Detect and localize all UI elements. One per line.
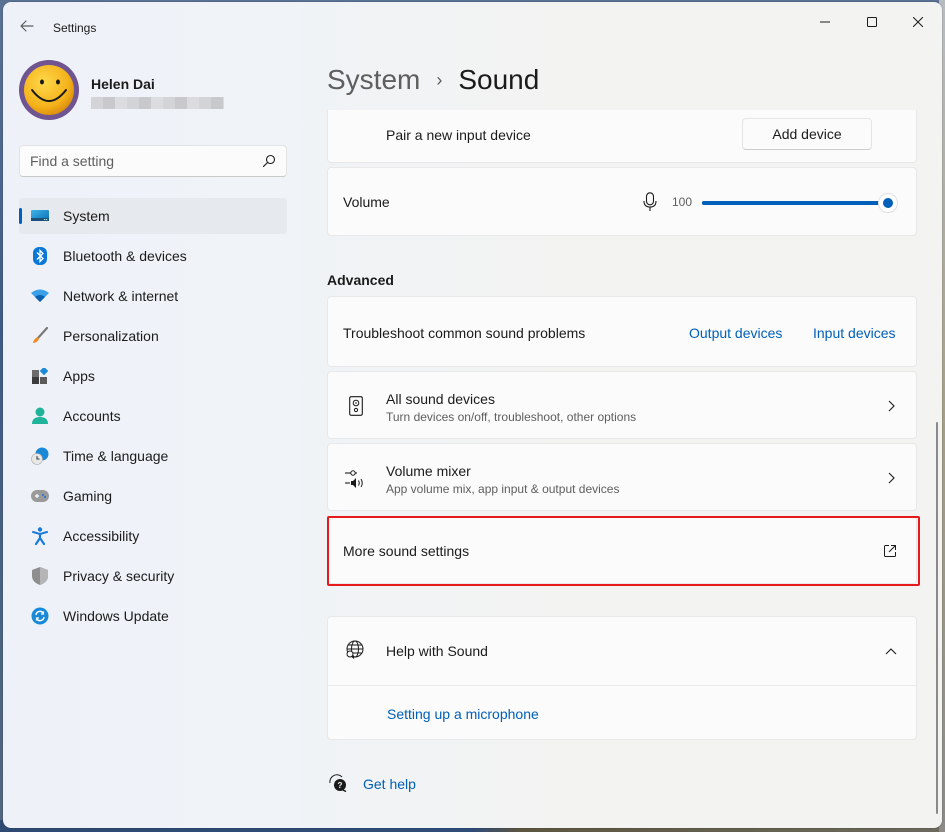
arrow-left-icon bbox=[20, 20, 34, 32]
troubleshoot-label: Troubleshoot common sound problems bbox=[343, 325, 586, 341]
user-profile: Helen Dai bbox=[19, 60, 299, 120]
maximize-button[interactable] bbox=[849, 6, 895, 38]
microphone-icon[interactable] bbox=[639, 190, 661, 214]
get-help-link[interactable]: Get help bbox=[363, 776, 416, 792]
minimize-icon bbox=[820, 21, 830, 23]
help-with-sound-card: Help with Sound Setting up a microphone bbox=[327, 616, 917, 740]
volume-value: 100 bbox=[672, 195, 693, 209]
sidebar-nav: System Bluetooth & devices Network & int… bbox=[19, 198, 287, 638]
app-title: Settings bbox=[53, 21, 97, 35]
volume-slider[interactable] bbox=[702, 201, 888, 205]
speaker-icon bbox=[346, 394, 366, 418]
sidebar-item-label: Personalization bbox=[63, 328, 159, 344]
sidebar-item-apps[interactable]: Apps bbox=[19, 358, 287, 394]
all-sound-devices-title: All sound devices bbox=[386, 391, 495, 407]
sidebar-item-label: Windows Update bbox=[63, 608, 169, 624]
user-email-redacted bbox=[91, 97, 224, 109]
sidebar-item-accounts[interactable]: Accounts bbox=[19, 398, 287, 434]
page-title: Sound bbox=[458, 64, 540, 95]
sidebar-item-bluetooth[interactable]: Bluetooth & devices bbox=[19, 238, 287, 274]
sidebar-item-personalization[interactable]: Personalization bbox=[19, 318, 287, 354]
volume-slider-fill bbox=[702, 201, 888, 205]
update-icon bbox=[31, 607, 49, 625]
content-scroll-area: Pair a new input device Add device Volum… bbox=[323, 110, 923, 828]
sidebar-item-label: Gaming bbox=[63, 488, 113, 504]
add-device-button[interactable]: Add device bbox=[742, 118, 872, 150]
sidebar-item-network[interactable]: Network & internet bbox=[19, 278, 287, 314]
sidebar-item-label: Bluetooth & devices bbox=[63, 248, 187, 264]
all-sound-devices-card[interactable]: All sound devices Turn devices on/off, t… bbox=[327, 371, 917, 439]
avatar[interactable] bbox=[19, 60, 79, 120]
more-sound-settings-label: More sound settings bbox=[343, 543, 470, 559]
sidebar-item-label: Apps bbox=[63, 368, 95, 384]
globe-search-icon bbox=[344, 639, 366, 661]
wifi-icon bbox=[31, 287, 49, 305]
sidebar-item-label: Network & internet bbox=[63, 288, 179, 304]
back-button[interactable] bbox=[15, 14, 39, 38]
sidebar-item-label: Accessibility bbox=[63, 528, 140, 544]
close-icon bbox=[913, 17, 923, 27]
breadcrumb-parent[interactable]: System bbox=[327, 64, 420, 96]
vertical-scrollbar[interactable] bbox=[936, 422, 938, 814]
sidebar-item-time-language[interactable]: Time & language bbox=[19, 438, 287, 474]
system-icon bbox=[31, 207, 49, 225]
volume-mixer-icon bbox=[344, 466, 368, 490]
volume-mixer-card[interactable]: Volume mixer App volume mix, app input &… bbox=[327, 443, 917, 511]
help-divider bbox=[328, 685, 916, 686]
volume-label: Volume bbox=[343, 194, 390, 210]
all-sound-devices-subtitle: Turn devices on/off, troubleshoot, other… bbox=[386, 410, 637, 424]
sidebar-item-system[interactable]: System bbox=[19, 198, 287, 234]
sidebar-item-label: Accounts bbox=[63, 408, 121, 424]
pair-input-device-label: Pair a new input device bbox=[386, 127, 531, 143]
pair-input-device-card: Pair a new input device Add device bbox=[327, 110, 917, 163]
apps-icon bbox=[31, 367, 49, 385]
paintbrush-icon bbox=[31, 327, 49, 345]
svg-text:?: ? bbox=[338, 781, 343, 790]
user-name: Helen Dai bbox=[91, 76, 155, 92]
chevron-right-icon bbox=[884, 471, 898, 485]
search-box[interactable] bbox=[19, 145, 287, 177]
sidebar-item-accessibility[interactable]: Accessibility bbox=[19, 518, 287, 554]
maximize-icon bbox=[867, 17, 877, 27]
setting-up-microphone-link[interactable]: Setting up a microphone bbox=[387, 706, 539, 722]
settings-window: Settings Helen Dai Find a setting System… bbox=[3, 2, 942, 828]
sidebar-item-privacy-security[interactable]: Privacy & security bbox=[19, 558, 287, 594]
volume-mixer-title: Volume mixer bbox=[386, 463, 471, 479]
sidebar-item-windows-update[interactable]: Windows Update bbox=[19, 598, 287, 634]
gamepad-icon bbox=[31, 487, 49, 505]
chevron-right-icon bbox=[884, 399, 898, 413]
sidebar-item-gaming[interactable]: Gaming bbox=[19, 478, 287, 514]
sidebar-item-label: Privacy & security bbox=[63, 568, 175, 584]
volume-slider-thumb[interactable] bbox=[878, 193, 898, 213]
sidebar-item-label: System bbox=[63, 208, 110, 224]
accessibility-icon bbox=[31, 527, 49, 545]
help-with-sound-header[interactable]: Help with Sound bbox=[328, 617, 916, 685]
chevron-up-icon[interactable] bbox=[884, 644, 898, 658]
help-with-sound-title: Help with Sound bbox=[386, 643, 488, 659]
get-help-icon: ? bbox=[329, 774, 347, 792]
input-volume-card: Volume 100 bbox=[327, 167, 917, 236]
breadcrumb: System › Sound bbox=[327, 62, 539, 98]
active-indicator bbox=[19, 208, 22, 224]
minimize-button[interactable] bbox=[802, 6, 848, 38]
volume-mixer-subtitle: App volume mix, app input & output devic… bbox=[386, 482, 620, 496]
bluetooth-icon bbox=[31, 247, 49, 265]
sidebar-item-label: Time & language bbox=[63, 448, 169, 464]
title-bar: Settings bbox=[3, 2, 942, 50]
close-button[interactable] bbox=[895, 6, 941, 38]
troubleshoot-card: Troubleshoot common sound problems Outpu… bbox=[327, 296, 917, 367]
person-icon bbox=[31, 407, 49, 425]
advanced-section-title: Advanced bbox=[327, 272, 394, 288]
clock-globe-icon bbox=[31, 447, 49, 465]
shield-icon bbox=[31, 567, 49, 585]
search-icon[interactable] bbox=[262, 154, 276, 168]
output-devices-link[interactable]: Output devices bbox=[689, 325, 782, 341]
input-devices-link[interactable]: Input devices bbox=[813, 325, 896, 341]
search-input[interactable] bbox=[30, 153, 262, 169]
smiley-avatar-icon bbox=[24, 65, 74, 115]
breadcrumb-separator-icon: › bbox=[436, 69, 443, 90]
more-sound-settings-card[interactable]: More sound settings bbox=[327, 516, 917, 584]
open-external-icon bbox=[882, 543, 898, 559]
